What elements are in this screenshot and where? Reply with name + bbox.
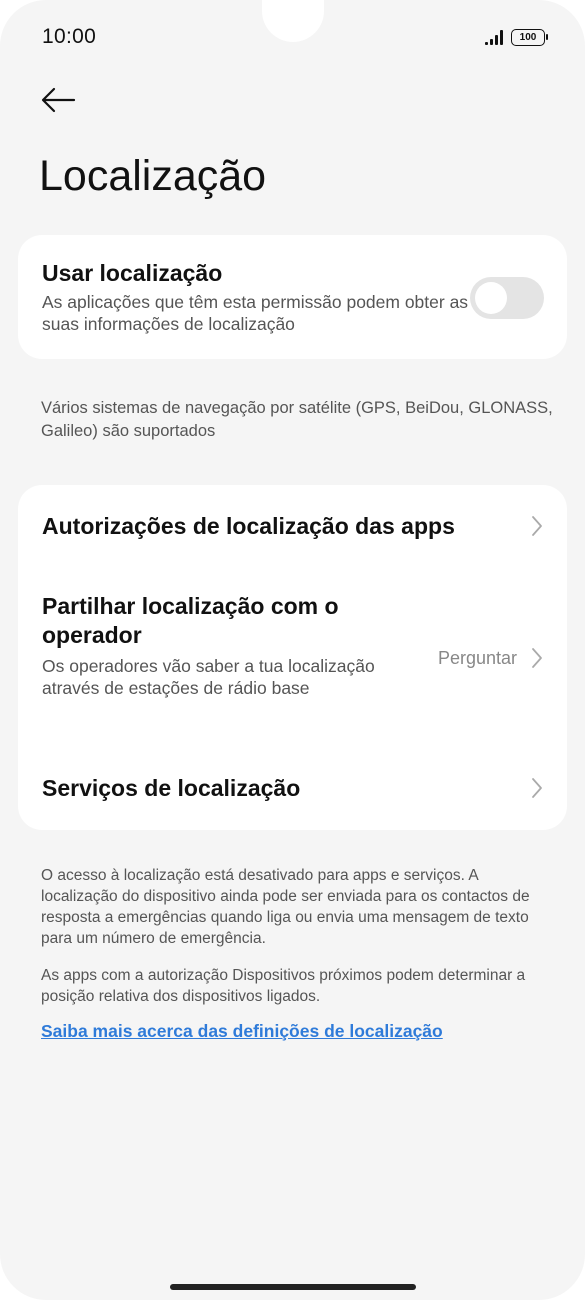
battery-level: 100 — [519, 31, 537, 43]
learn-more-link[interactable]: Saiba mais acerca das definições de loca… — [41, 1021, 443, 1042]
status-time: 10:00 — [42, 25, 97, 48]
phone-screen: 10:00 100 Localização Usar localização A… — [0, 0, 585, 1300]
share-location-operator-description: Os operadores vão saber a tua localizaçã… — [42, 656, 375, 698]
location-settings-card: Autorizações de localização das apps Par… — [18, 485, 567, 830]
use-location-toggle[interactable] — [470, 277, 544, 319]
location-services-row[interactable]: Serviços de localização — [18, 750, 567, 830]
gnss-support-note: Vários sistemas de navegação por satélit… — [41, 399, 553, 440]
chevron-right-icon — [532, 648, 542, 668]
chevron-right-icon — [532, 778, 542, 798]
share-location-operator-title: Partilhar localização com o operador — [42, 593, 339, 648]
page-title: Localização — [39, 152, 267, 200]
home-indicator[interactable] — [170, 1284, 416, 1290]
chevron-right-icon — [532, 516, 542, 536]
use-location-title: Usar localização — [42, 260, 223, 286]
status-bar: 10:00 100 — [42, 22, 548, 52]
app-location-permissions-title: Autorizações de localização das apps — [42, 513, 455, 539]
share-location-operator-value: Perguntar — [437, 648, 517, 668]
share-location-operator-row[interactable]: Partilhar localização com o operador Os … — [18, 580, 567, 740]
location-services-title: Serviços de localização — [42, 775, 301, 801]
status-icons: 100 — [485, 28, 548, 46]
battery-icon: 100 — [511, 28, 548, 46]
toggle-knob — [475, 282, 507, 314]
signal-icon — [485, 29, 503, 45]
app-location-permissions-row[interactable]: Autorizações de localização das apps — [18, 485, 567, 569]
use-location-description: As aplicações que têm esta permissão pod… — [42, 292, 469, 334]
nearby-devices-info: As apps com a autorização Dispositivos p… — [41, 967, 526, 1005]
back-button[interactable] — [38, 80, 78, 120]
location-access-info: O acesso à localização está desativado p… — [41, 867, 530, 947]
use-location-card: Usar localização As aplicações que têm e… — [18, 235, 567, 359]
back-arrow-icon — [41, 87, 76, 113]
